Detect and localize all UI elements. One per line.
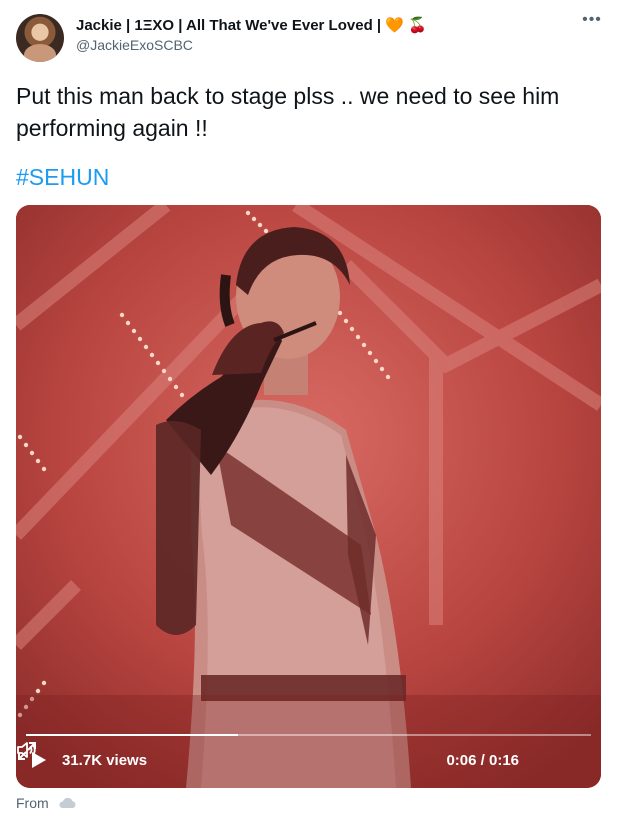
user-handle[interactable]: @JackieExoSCBC — [76, 37, 193, 53]
video-controls: 31.7K views 0:06 / 0:16 — [16, 740, 601, 788]
orange-heart-icon: 🧡 — [385, 17, 404, 34]
tweet-text: Put this man back to stage plss .. we ne… — [16, 83, 560, 141]
hashtag-link[interactable]: #SEHUN — [16, 164, 109, 191]
from-row: From — [16, 795, 77, 811]
cloud-icon[interactable] — [57, 797, 77, 809]
display-name-row[interactable]: Jackie | 1ΞXO | All That We've Ever Love… — [76, 16, 570, 34]
display-name[interactable]: Jackie | 1ΞXO | All That We've Ever Love… — [76, 17, 381, 34]
more-options-icon[interactable]: ••• — [580, 12, 604, 34]
video-time: 0:06 / 0:16 — [446, 752, 519, 769]
video-frame — [16, 205, 601, 788]
avatar[interactable] — [16, 14, 64, 62]
view-count: 31.7K views — [62, 752, 148, 769]
cherries-icon: 🍒 — [408, 17, 427, 34]
video-player[interactable]: 31.7K views 0:06 / 0:16 — [16, 205, 601, 788]
video-progress-bar[interactable] — [26, 734, 591, 736]
video-progress-fill — [26, 734, 238, 736]
from-label: From — [16, 795, 49, 811]
fullscreen-icon[interactable] — [16, 740, 38, 762]
